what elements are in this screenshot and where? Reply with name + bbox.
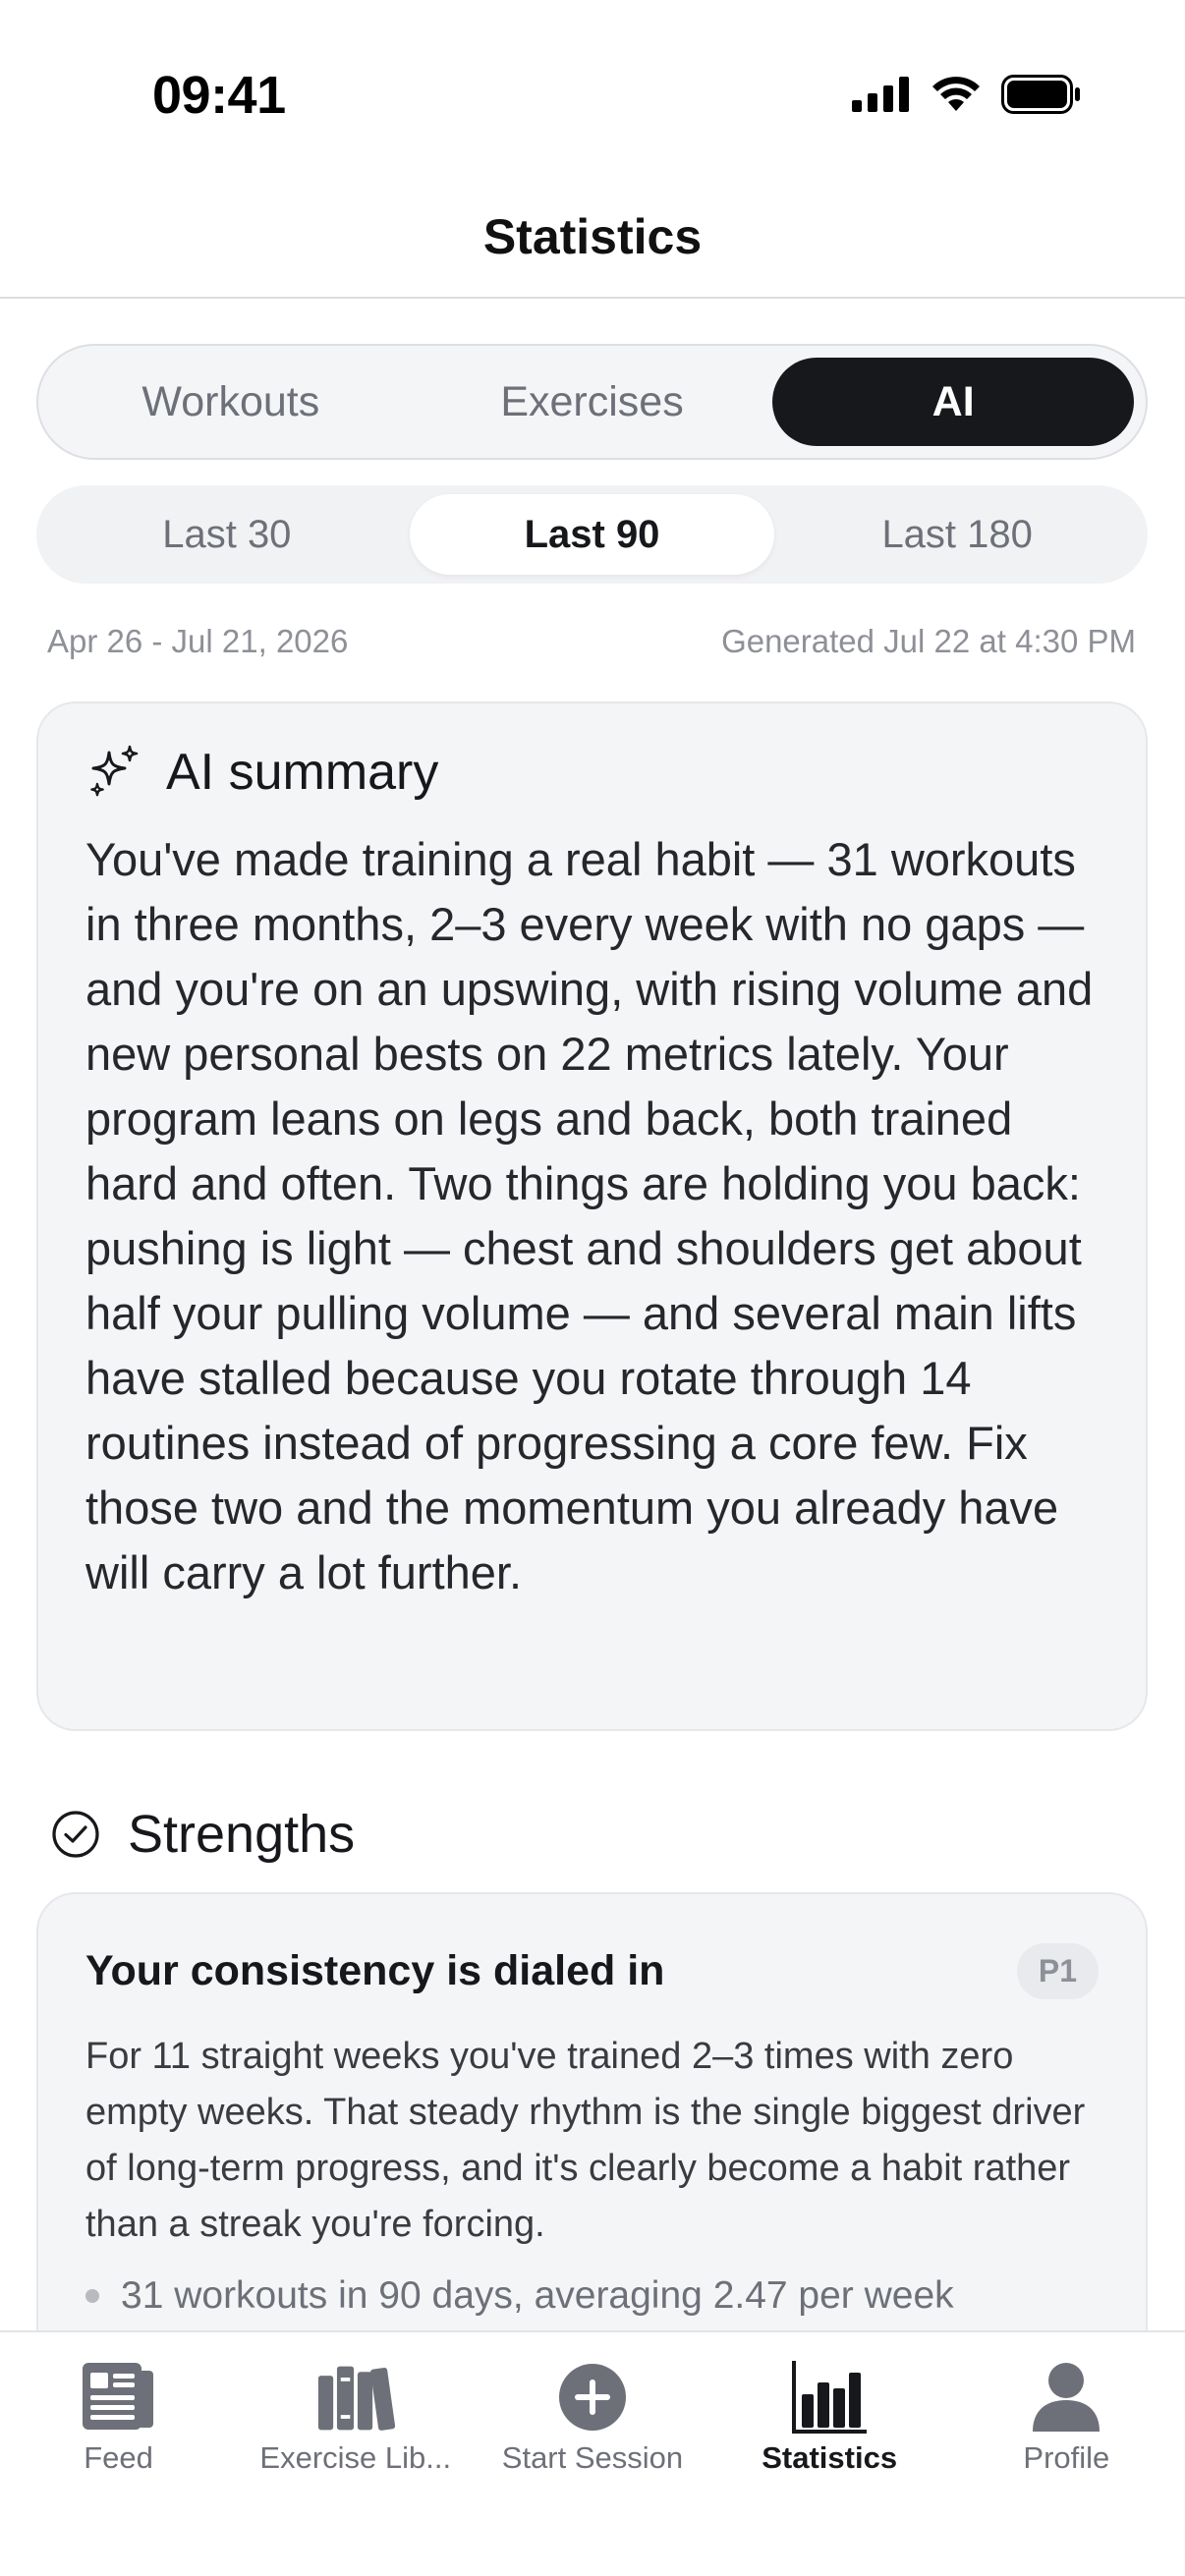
check-circle-icon <box>52 1811 99 1858</box>
summary-title: AI summary <box>166 744 439 801</box>
stats-tabs: Workouts Exercises AI <box>36 344 1148 460</box>
tab-profile[interactable]: Profile <box>948 2332 1185 2576</box>
tab-ai[interactable]: AI <box>772 358 1135 446</box>
cellular-signal-icon <box>852 77 909 112</box>
strength-title: Your consistency is dialed in <box>85 1947 665 1994</box>
range-last-180[interactable]: Last 180 <box>774 494 1140 575</box>
meta-row: Apr 26 - Jul 21, 2026 Generated Jul 22 a… <box>47 623 1136 660</box>
summary-text: You've made training a real habit — 31 w… <box>85 833 1094 1598</box>
strengths-title: Strengths <box>128 1805 356 1864</box>
summary-header: AI summary <box>85 743 1099 802</box>
priority-badge: P1 <box>1016 1943 1099 1999</box>
nav-header: Statistics <box>0 177 1185 299</box>
status-bar: 09:41 <box>0 0 1185 177</box>
tab-bar: Feed Exercise Lib... Start Session Stati… <box>0 2330 1185 2576</box>
range-last-90[interactable]: Last 90 <box>409 494 775 575</box>
bullet-dot-icon <box>85 2289 99 2303</box>
list-item: 31 workouts in 90 days, averaging 2.47 p… <box>85 2274 1099 2318</box>
tab-workouts[interactable]: Workouts <box>50 358 412 446</box>
date-range: Apr 26 - Jul 21, 2026 <box>47 623 349 659</box>
feed-icon <box>80 2358 158 2436</box>
range-tabs: Last 30 Last 90 Last 180 <box>36 485 1148 584</box>
status-time: 09:41 <box>152 66 286 125</box>
tab-feed[interactable]: Feed <box>0 2332 237 2576</box>
sparkles-icon <box>90 745 139 797</box>
strength-card-header: Your consistency is dialed in P1 <box>85 1943 1099 1999</box>
person-icon <box>1027 2358 1105 2436</box>
strength-bullets: 31 workouts in 90 days, averaging 2.47 p… <box>85 2274 1099 2318</box>
library-icon <box>316 2358 395 2436</box>
tab-start-session-label: Start Session <box>501 2440 684 2475</box>
ai-summary-card: AI summary You've made training a real h… <box>36 701 1148 1731</box>
tab-feed-label: Feed <box>84 2440 153 2475</box>
page-title: Statistics <box>482 209 703 264</box>
generated-timestamp: Generated Jul 22 at 4:30 PM <box>721 623 1136 659</box>
bullet-text: 31 workouts in 90 days, averaging 2.47 p… <box>121 2274 954 2317</box>
tab-start-session[interactable]: Start Session <box>474 2332 710 2576</box>
wifi-icon <box>932 77 980 111</box>
tab-statistics-label: Statistics <box>762 2440 898 2475</box>
tab-exercise-library[interactable]: Exercise Lib... <box>237 2332 474 2576</box>
tab-exercises[interactable]: Exercises <box>412 358 773 446</box>
status-icons <box>852 75 1082 114</box>
strengths-header: Strengths <box>51 1804 355 1865</box>
tab-exercise-library-label: Exercise Lib... <box>259 2440 452 2475</box>
plus-circle-icon <box>553 2358 632 2436</box>
strength-description: For 11 straight weeks you've trained 2–3… <box>85 2036 1086 2245</box>
bar-chart-icon <box>790 2358 869 2436</box>
range-last-30[interactable]: Last 30 <box>44 494 410 575</box>
battery-icon <box>1001 75 1080 114</box>
tab-statistics[interactable]: Statistics <box>711 2332 948 2576</box>
tab-profile-label: Profile <box>1023 2440 1110 2475</box>
